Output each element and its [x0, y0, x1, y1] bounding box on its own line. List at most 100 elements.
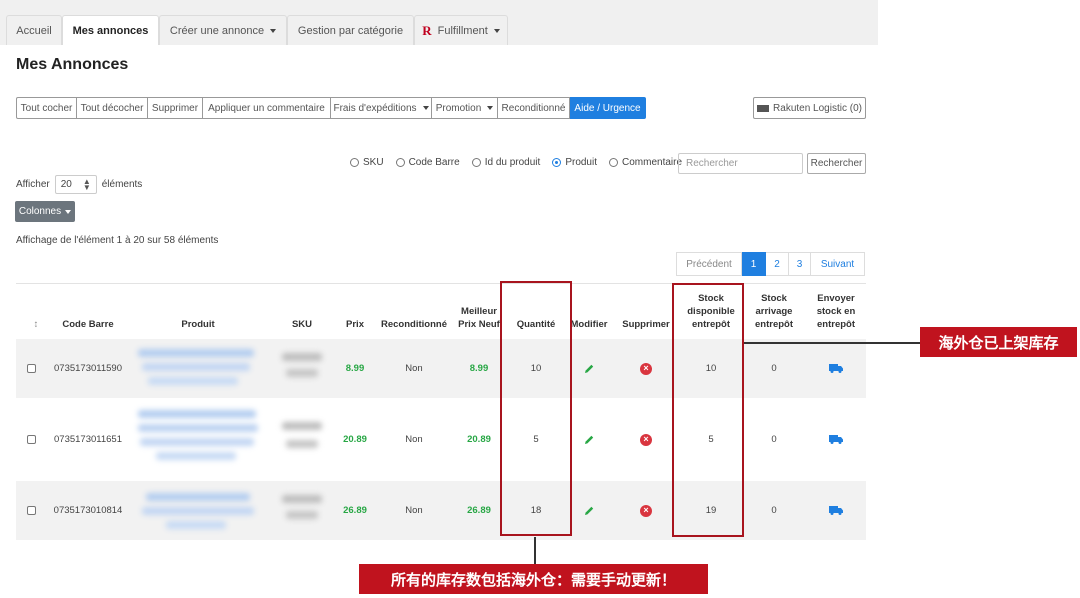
edit-button[interactable]: [568, 339, 610, 398]
apply-comment-button[interactable]: Appliquer un commentaire: [203, 97, 331, 119]
price-cell: 26.89: [343, 505, 367, 516]
chevron-down-icon: [270, 28, 277, 33]
radio-label: Commentaire: [622, 157, 683, 168]
close-circle-icon: ×: [640, 433, 652, 446]
stock-arrival-cell: 0: [771, 434, 777, 445]
length-suffix: éléments: [101, 179, 143, 190]
row-checkbox[interactable]: [26, 398, 36, 481]
page-length-select[interactable]: 20 ▲ ▼: [54, 175, 97, 194]
radio-label: Id du produit: [484, 157, 541, 168]
select-all-button[interactable]: Tout cocher: [16, 97, 77, 119]
product-link-blurred[interactable]: [140, 438, 254, 446]
chevron-down-icon: [422, 106, 429, 110]
tab-fulfillment[interactable]: R Fulfillment: [414, 15, 508, 45]
radio-sku[interactable]: SKU: [350, 157, 384, 168]
edit-button[interactable]: [568, 398, 610, 481]
delete-button[interactable]: Supprimer: [148, 97, 203, 119]
column-header-delete: Supprimer: [622, 319, 670, 330]
column-header-product[interactable]: Produit: [134, 284, 262, 340]
pagination-page-3[interactable]: 3: [789, 252, 811, 276]
radio-circle-icon: [609, 158, 618, 167]
best-price-cell: 26.89: [467, 505, 491, 516]
column-header-best-price[interactable]: Meilleur Prix Neuf: [454, 284, 504, 340]
radio-produit[interactable]: Produit: [552, 157, 597, 168]
tab-bar: Accueil Mes annonces Créer une annonce G…: [0, 0, 878, 45]
stock-arrival-cell: 0: [771, 505, 777, 516]
tab-label: Mes annonces: [72, 24, 149, 37]
column-header-price[interactable]: Prix: [334, 284, 376, 340]
chevron-down-icon: [493, 28, 500, 33]
delete-row-button[interactable]: ×: [620, 481, 672, 540]
delete-row-button[interactable]: ×: [620, 398, 672, 481]
row-checkbox[interactable]: [26, 481, 36, 540]
product-link-blurred[interactable]: [166, 521, 226, 529]
close-circle-icon: ×: [640, 504, 652, 517]
column-header-stock-arrival[interactable]: Stock arrivage entrepôt: [748, 284, 800, 340]
product-link-blurred[interactable]: [142, 363, 250, 371]
send-stock-button[interactable]: [810, 481, 862, 540]
row-checkbox[interactable]: [26, 339, 36, 398]
pagination-page-2[interactable]: 2: [766, 252, 789, 276]
product-link-blurred[interactable]: [138, 424, 258, 432]
dropdown-label: Promotion: [435, 102, 482, 114]
delete-row-button[interactable]: ×: [620, 339, 672, 398]
sku-blurred: [286, 369, 318, 377]
refurbished-button[interactable]: Reconditionné: [498, 97, 570, 119]
product-link-blurred[interactable]: [138, 349, 254, 357]
product-link-blurred[interactable]: [148, 377, 238, 385]
tab-mes-annonces[interactable]: Mes annonces: [62, 15, 159, 45]
help-urgency-button[interactable]: Aide / Urgence: [570, 97, 646, 119]
tab-gestion-categorie[interactable]: Gestion par catégorie: [287, 15, 414, 45]
radio-label: SKU: [363, 157, 384, 168]
best-price-cell: 20.89: [467, 434, 491, 445]
radio-label: Code Barre: [408, 157, 460, 168]
product-link-blurred[interactable]: [138, 410, 256, 418]
sort-icon[interactable]: ↕: [26, 284, 46, 340]
price-cell: 8.99: [345, 363, 365, 374]
radio-id-produit[interactable]: Id du produit: [471, 157, 541, 168]
columns-dropdown[interactable]: Colonnes: [15, 201, 75, 222]
barcode-cell: 0735173011590: [54, 363, 122, 374]
table-info: Affichage de l'élément 1 à 20 sur 58 élé…: [16, 235, 219, 246]
search-field-radios: SKU Code Barre Id du produit Produit Com…: [350, 157, 694, 168]
rakuten-logistic-button[interactable]: Rakuten Logistic (0): [753, 97, 866, 119]
best-price-cell: 8.99: [469, 363, 489, 374]
radio-circle-icon: [395, 158, 405, 167]
tab-label: Créer une annonce: [169, 24, 265, 37]
edit-button[interactable]: [568, 481, 610, 540]
promotion-dropdown[interactable]: Promotion: [432, 97, 498, 119]
quantity-highlight-box: [500, 281, 572, 536]
shipping-fees-dropdown[interactable]: Frais d'expéditions: [331, 97, 432, 119]
close-circle-icon: ×: [640, 362, 652, 375]
product-link-blurred[interactable]: [142, 507, 254, 515]
product-link-blurred[interactable]: [156, 452, 236, 460]
tab-label: Accueil: [16, 24, 52, 37]
search-input[interactable]: Rechercher: [678, 153, 803, 174]
send-stock-button[interactable]: [810, 398, 862, 481]
column-header-refurbished[interactable]: Reconditionné: [378, 284, 450, 340]
column-header-sku[interactable]: SKU: [280, 284, 324, 340]
tab-accueil[interactable]: Accueil: [6, 15, 62, 45]
product-link-blurred[interactable]: [146, 493, 250, 501]
tab-creer-annonce[interactable]: Créer une annonce: [159, 15, 287, 45]
checkbox-icon: [26, 506, 36, 515]
select-value: 20: [60, 179, 72, 190]
tab-label: Gestion par catégorie: [297, 24, 404, 37]
radio-code-barre[interactable]: Code Barre: [395, 157, 460, 168]
column-header-barcode[interactable]: Code Barre: [46, 284, 130, 340]
send-stock-button[interactable]: [810, 339, 862, 398]
pagination-prev[interactable]: Précédent: [676, 252, 742, 276]
sku-blurred: [282, 422, 322, 430]
deselect-all-button[interactable]: Tout décocher: [77, 97, 148, 119]
stepper-arrows-icon: ▲ ▼: [82, 177, 91, 192]
pagination-page-1[interactable]: 1: [742, 252, 766, 276]
length-prefix: Afficher: [16, 179, 50, 190]
search-button[interactable]: Rechercher: [807, 153, 866, 174]
pagination-next[interactable]: Suivant: [811, 252, 865, 276]
refurbished-cell: Non: [405, 505, 423, 516]
radio-commentaire[interactable]: Commentaire: [609, 157, 682, 168]
checkbox-icon: [26, 364, 36, 373]
chevron-down-icon: [487, 106, 494, 110]
dropdown-label: Colonnes: [18, 206, 62, 217]
column-header-send-stock: Envoyer stock en entrepôt: [816, 293, 856, 330]
